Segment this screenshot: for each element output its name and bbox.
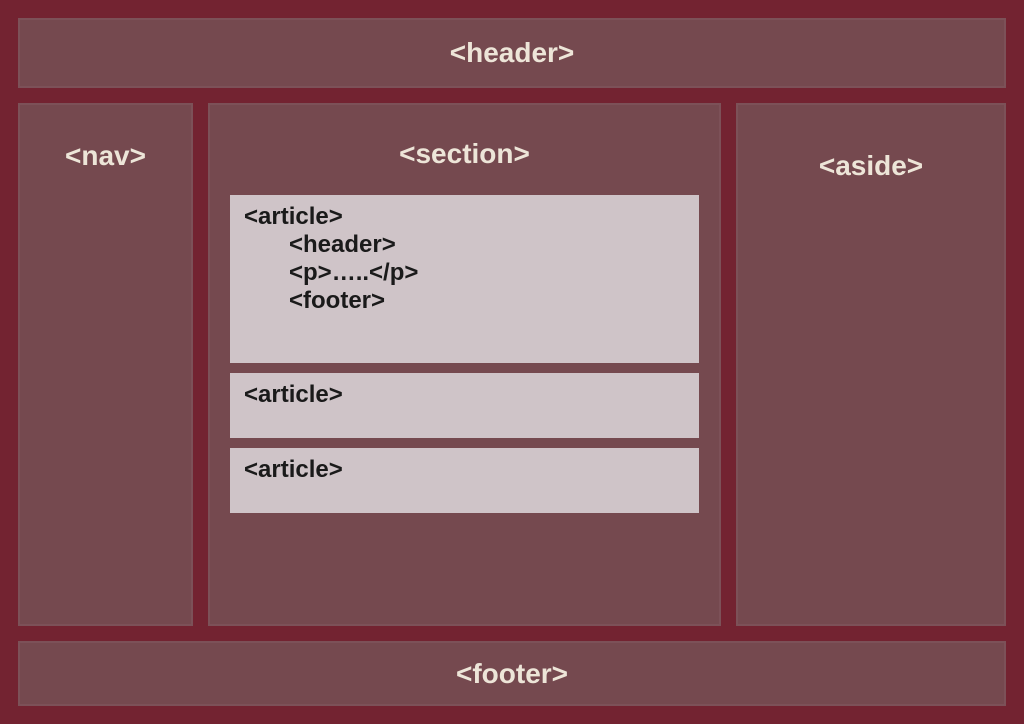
article-1-header-line: <header> [244,231,685,259]
nav-region: <nav> [18,103,193,626]
nav-label: <nav> [65,140,146,171]
article-2-title: <article> [244,381,685,409]
main-content-row: <nav> <section> <article> <header> <p>….… [18,103,1006,626]
html5-layout-diagram: <header> <nav> <section> <article> <head… [18,18,1006,706]
article-1-paragraph-line: <p>…..</p> [244,259,685,287]
footer-region: <footer> [18,641,1006,706]
section-region: <section> <article> <header> <p>…..</p> … [208,103,721,626]
article-region-2: <article> [230,373,699,438]
footer-label: <footer> [456,658,568,690]
aside-label: <aside> [819,150,923,181]
aside-region: <aside> [736,103,1006,626]
article-3-title: <article> [244,456,685,484]
section-label: <section> [399,138,530,170]
article-1-footer-line: <footer> [244,287,685,315]
header-label: <header> [450,37,575,69]
header-region: <header> [18,18,1006,88]
article-region-3: <article> [230,448,699,513]
article-1-title: <article> [244,203,685,231]
article-region-1: <article> <header> <p>…..</p> <footer> [230,195,699,363]
